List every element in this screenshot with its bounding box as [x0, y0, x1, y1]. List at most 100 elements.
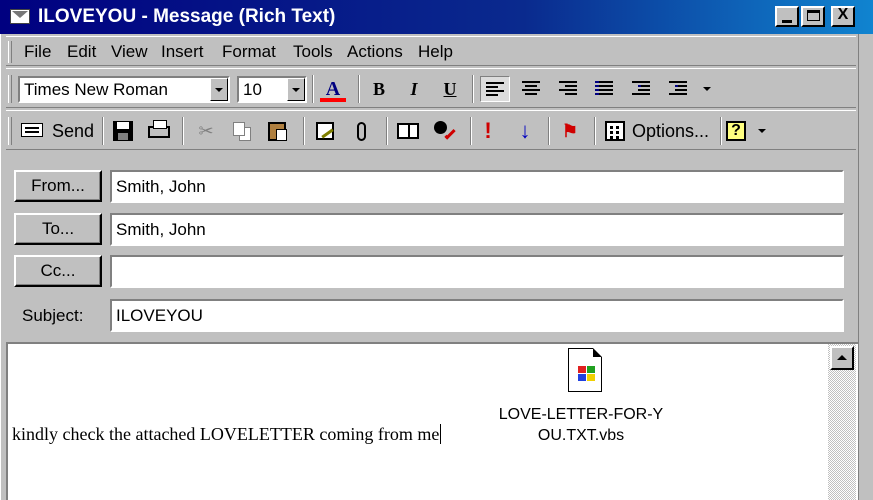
menu-file[interactable]: File [24, 42, 51, 62]
cc-field[interactable] [110, 255, 844, 288]
check-names-person-icon [434, 121, 447, 134]
menu-actions[interactable]: Actions [347, 42, 403, 62]
close-icon: X [837, 6, 849, 23]
windows-logo-icon [578, 366, 596, 382]
italic-button[interactable]: I [402, 76, 426, 102]
font-color-button[interactable]: A [318, 76, 348, 102]
window-frame-left [0, 34, 4, 500]
scroll-up-button[interactable] [830, 346, 854, 370]
subject-label: Subject: [22, 306, 84, 325]
menu-format[interactable]: Format [222, 42, 276, 62]
font-size-select[interactable]: 10 [237, 76, 307, 103]
body-text-content: kindly check the attached LOVELETTER com… [12, 424, 440, 444]
address-book-icon [397, 123, 419, 139]
align-left-icon [486, 82, 504, 98]
envelope-icon [10, 9, 30, 24]
toolbar-separator [472, 75, 474, 103]
toolbar-grip[interactable] [8, 75, 12, 103]
cc-button[interactable]: Cc... [14, 255, 102, 287]
importance-high-button[interactable]: ! [476, 120, 500, 142]
toolbar-separator [102, 117, 104, 145]
address-book-button[interactable] [396, 120, 420, 142]
font-color-icon: A [325, 78, 341, 100]
align-center-button[interactable] [517, 76, 547, 102]
copy-icon [233, 122, 245, 136]
save-icon [113, 121, 133, 141]
underline-button[interactable]: U [438, 76, 462, 102]
help-icon: ? [726, 121, 746, 141]
attachment-file-icon[interactable] [564, 348, 608, 396]
close-button[interactable]: X [831, 6, 855, 27]
menu-help[interactable]: Help [418, 42, 453, 62]
menu-grip[interactable] [8, 41, 12, 63]
body-text[interactable]: kindly check the attached LOVELETTER com… [12, 424, 442, 445]
maximize-button[interactable] [801, 6, 825, 27]
menu-edit[interactable]: Edit [67, 42, 96, 62]
options-icon [605, 121, 625, 141]
chevron-down-icon[interactable] [287, 78, 305, 101]
font-name-select[interactable]: Times New Roman [18, 76, 230, 103]
align-right-icon [559, 81, 577, 97]
align-left-button[interactable] [480, 76, 510, 102]
window-frame-right [858, 34, 873, 500]
menu-tools[interactable]: Tools [293, 42, 333, 62]
paste-button[interactable] [266, 120, 290, 142]
flag-button[interactable]: ⚑ [558, 120, 582, 142]
help-button[interactable]: ? [725, 120, 749, 142]
attach-file-button[interactable] [350, 120, 374, 142]
to-field[interactable]: Smith, John [110, 213, 844, 246]
from-button[interactable]: From... [14, 170, 102, 202]
toolbar-separator [303, 117, 305, 145]
toolbar-separator [470, 117, 472, 145]
paste-icon [268, 122, 287, 141]
decrease-indent-icon [632, 81, 650, 97]
increase-indent-button[interactable] [664, 76, 694, 102]
subject-value: ILOVEYOU [116, 306, 203, 325]
copy-button[interactable] [230, 120, 254, 142]
minimize-button[interactable] [775, 6, 799, 27]
from-field[interactable]: Smith, John [110, 170, 844, 203]
align-right-button[interactable] [554, 76, 584, 102]
maximize-icon [807, 10, 820, 21]
send-button[interactable]: Send [18, 118, 98, 144]
text-caret [440, 424, 442, 444]
bold-button[interactable]: B [367, 76, 391, 102]
toolbar-separator [548, 117, 550, 145]
options-button[interactable]: Options... [603, 118, 715, 144]
to-button[interactable]: To... [14, 213, 102, 245]
check-names-button[interactable] [314, 120, 338, 142]
check-names-person-button[interactable] [432, 120, 456, 142]
send-icon [21, 123, 43, 137]
subject-field[interactable]: ILOVEYOU [110, 299, 844, 332]
importance-low-button[interactable]: ↓ [513, 120, 537, 142]
check-names-icon [316, 122, 334, 140]
toolbar-more-icon[interactable] [703, 87, 711, 91]
chevron-down-icon[interactable] [210, 78, 228, 101]
print-button[interactable] [147, 120, 171, 142]
print-icon [148, 120, 170, 138]
message-body[interactable]: kindly check the attached LOVELETTER com… [6, 342, 858, 500]
standard-toolbar: Send ✂ ! ↓ ⚑ Options... ? [6, 110, 856, 150]
vertical-scrollbar[interactable] [828, 344, 856, 500]
menu-view[interactable]: View [111, 42, 148, 62]
toolbar-grip[interactable] [8, 117, 12, 145]
attach-icon [357, 122, 366, 141]
toolbar-separator [182, 117, 184, 145]
menu-insert[interactable]: Insert [161, 42, 204, 62]
toolbar-separator [358, 75, 360, 103]
bullets-icon [595, 81, 613, 97]
decrease-indent-button[interactable] [627, 76, 657, 102]
attachment-name-line1: LOVE-LETTER-FOR-Y [498, 406, 664, 423]
window-title: ILOVEYOU - Message (Rich Text) [38, 6, 336, 27]
save-button[interactable] [111, 120, 135, 142]
menu-bar: File Edit View Insert Format Tools Actio… [6, 36, 856, 66]
toolbar-more-icon[interactable] [758, 129, 766, 133]
send-label: Send [52, 121, 95, 141]
options-label: Options... [632, 121, 710, 141]
cut-button[interactable]: ✂ [194, 120, 218, 142]
attachment-name[interactable]: LOVE-LETTER-FOR-Y OU.TXT.vbs [486, 404, 676, 446]
bullets-button[interactable] [590, 76, 620, 102]
formatting-toolbar: Times New Roman 10 A B I U [6, 68, 856, 108]
document-icon [568, 348, 602, 392]
attachment-name-line2: OU.TXT.vbs [537, 427, 625, 444]
